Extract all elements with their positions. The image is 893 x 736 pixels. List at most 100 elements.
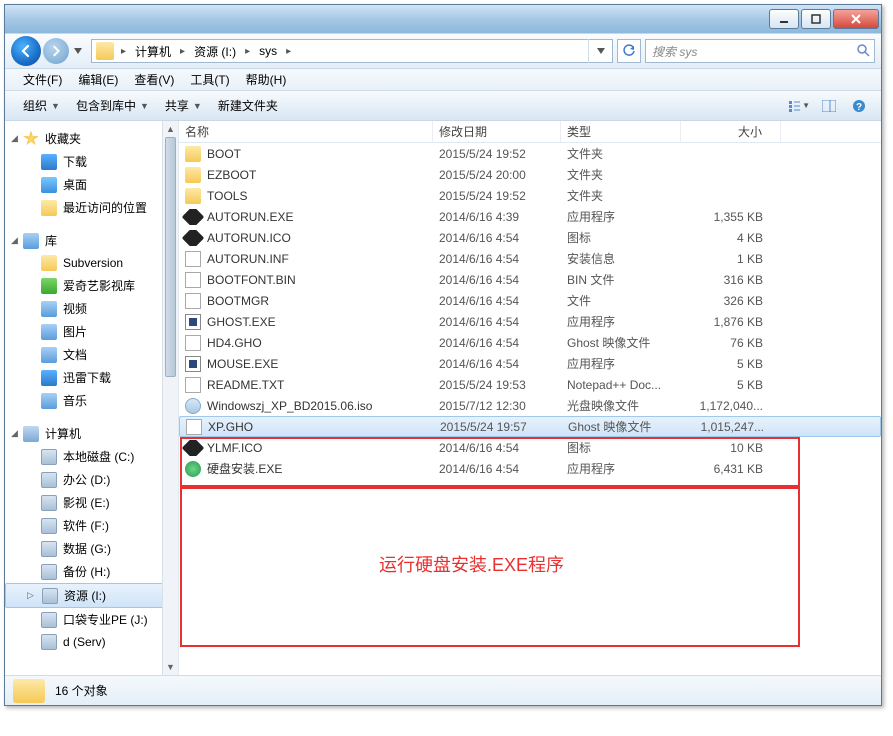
sidebar-item-music[interactable]: 音乐: [5, 389, 178, 412]
drive-icon: [41, 564, 57, 580]
sidebar-item-pictures[interactable]: 图片: [5, 320, 178, 343]
sidebar-libraries[interactable]: ◢库: [5, 229, 178, 252]
toolbar-organize[interactable]: 组织▼: [15, 91, 68, 120]
chevron-right-icon[interactable]: ▸: [118, 46, 129, 57]
sidebar-favorites[interactable]: ◢收藏夹: [5, 127, 178, 150]
menu-tools[interactable]: 工具(T): [182, 71, 237, 88]
file-name: GHOST.EXE: [207, 315, 276, 329]
column-size[interactable]: 大小: [681, 121, 781, 142]
file-type-icon: [182, 209, 205, 225]
file-row[interactable]: GHOST.EXE2014/6/16 4:54应用程序1,876 KB: [179, 311, 881, 332]
column-type[interactable]: 类型: [561, 121, 681, 142]
sidebar-item-videos[interactable]: 视频: [5, 297, 178, 320]
preview-pane-button[interactable]: [817, 95, 841, 117]
scroll-down-icon[interactable]: ▼: [163, 659, 178, 675]
refresh-button[interactable]: [617, 39, 641, 63]
file-type-icon: [185, 461, 201, 477]
folder-icon: [96, 42, 114, 60]
collapse-icon[interactable]: ◢: [9, 235, 20, 246]
sidebar-item-drive[interactable]: d (Serv): [5, 631, 178, 653]
drive-icon: [41, 472, 57, 488]
collapse-icon[interactable]: ◢: [9, 133, 20, 144]
file-row[interactable]: MOUSE.EXE2014/6/16 4:54应用程序5 KB: [179, 353, 881, 374]
sidebar-item-drive[interactable]: 影视 (E:): [5, 491, 178, 514]
help-button[interactable]: ?: [847, 95, 871, 117]
sidebar-item-drive[interactable]: 数据 (G:): [5, 537, 178, 560]
breadcrumb-drive[interactable]: 资源 (I:): [188, 40, 242, 62]
sidebar-item-drive[interactable]: ▷资源 (I:): [5, 583, 178, 608]
history-dropdown[interactable]: [71, 36, 85, 66]
file-row[interactable]: Windowszj_XP_BD2015.06.iso2015/7/12 12:3…: [179, 395, 881, 416]
collapse-icon[interactable]: ◢: [9, 428, 20, 439]
sidebar-item-iqiyi[interactable]: 爱奇艺影视库: [5, 274, 178, 297]
file-date: 2014/6/16 4:54: [433, 294, 561, 308]
recent-icon: [41, 200, 57, 216]
file-type-icon: [182, 440, 205, 456]
drive-icon: [41, 612, 57, 628]
file-row[interactable]: BOOTFONT.BIN2014/6/16 4:54BIN 文件316 KB: [179, 269, 881, 290]
file-row[interactable]: AUTORUN.ICO2014/6/16 4:54图标4 KB: [179, 227, 881, 248]
sidebar-item-drive[interactable]: 备份 (H:): [5, 560, 178, 583]
titlebar[interactable]: [5, 5, 881, 33]
minimize-button[interactable]: [769, 9, 799, 29]
toolbar-include[interactable]: 包含到库中▼: [68, 91, 157, 120]
sidebar-scrollbar[interactable]: ▲ ▼: [162, 121, 178, 675]
picture-icon: [41, 324, 57, 340]
folder-icon: [41, 255, 57, 271]
scroll-thumb[interactable]: [165, 137, 176, 377]
file-row[interactable]: AUTORUN.INF2014/6/16 4:54安装信息1 KB: [179, 248, 881, 269]
maximize-button[interactable]: [801, 9, 831, 29]
sidebar-item-drive[interactable]: 软件 (F:): [5, 514, 178, 537]
file-row[interactable]: AUTORUN.EXE2014/6/16 4:39应用程序1,355 KB: [179, 206, 881, 227]
sidebar-item-desktop[interactable]: 桌面: [5, 173, 178, 196]
file-row[interactable]: HD4.GHO2014/6/16 4:54Ghost 映像文件76 KB: [179, 332, 881, 353]
sidebar-computer[interactable]: ◢计算机: [5, 422, 178, 445]
file-type: 应用程序: [561, 355, 681, 372]
chevron-right-icon[interactable]: ▸: [283, 46, 294, 57]
chevron-right-icon[interactable]: ▸: [242, 46, 253, 57]
menu-view[interactable]: 查看(V): [126, 71, 182, 88]
column-date[interactable]: 修改日期: [433, 121, 561, 142]
file-name: Windowszj_XP_BD2015.06.iso: [207, 399, 372, 413]
scroll-up-icon[interactable]: ▲: [163, 121, 178, 137]
breadcrumb[interactable]: ▸ 计算机 ▸ 资源 (I:) ▸ sys ▸: [91, 39, 613, 63]
file-row[interactable]: YLMF.ICO2014/6/16 4:54图标10 KB: [179, 437, 881, 458]
breadcrumb-folder[interactable]: sys: [253, 40, 283, 62]
file-row[interactable]: README.TXT2015/5/24 19:53Notepad++ Doc..…: [179, 374, 881, 395]
file-type-icon: [185, 188, 201, 204]
file-row[interactable]: BOOT2015/5/24 19:52文件夹: [179, 143, 881, 164]
menu-file[interactable]: 文件(F): [15, 71, 70, 88]
sidebar-item-downloads[interactable]: 下载: [5, 150, 178, 173]
download-icon: [41, 370, 57, 386]
toolbar-new-folder[interactable]: 新建文件夹: [210, 91, 286, 120]
file-row[interactable]: BOOTMGR2014/6/16 4:54文件326 KB: [179, 290, 881, 311]
toolbar-share[interactable]: 共享▼: [157, 91, 210, 120]
expand-icon[interactable]: ▷: [25, 590, 36, 601]
file-row[interactable]: EZBOOT2015/5/24 20:00文件夹: [179, 164, 881, 185]
search-placeholder: 搜索 sys: [652, 43, 697, 60]
close-button[interactable]: [833, 9, 879, 29]
chevron-right-icon[interactable]: ▸: [177, 46, 188, 57]
file-row[interactable]: 硬盘安装.EXE2014/6/16 4:54应用程序6,431 KB: [179, 458, 881, 479]
view-options-button[interactable]: ▼: [787, 95, 811, 117]
sidebar-item-drive[interactable]: 本地磁盘 (C:): [5, 445, 178, 468]
menu-help[interactable]: 帮助(H): [238, 71, 295, 88]
sidebar-item-recent[interactable]: 最近访问的位置: [5, 196, 178, 219]
menu-edit[interactable]: 编辑(E): [70, 71, 126, 88]
file-type: 安装信息: [561, 250, 681, 267]
sidebar-item-documents[interactable]: 文档: [5, 343, 178, 366]
sidebar-item-subversion[interactable]: Subversion: [5, 252, 178, 274]
search-input[interactable]: 搜索 sys: [645, 39, 875, 63]
back-button[interactable]: [11, 36, 41, 66]
forward-button[interactable]: [43, 38, 69, 64]
file-row[interactable]: TOOLS2015/5/24 19:52文件夹: [179, 185, 881, 206]
breadcrumb-computer[interactable]: 计算机: [129, 40, 177, 62]
sidebar-item-drive[interactable]: 办公 (D:): [5, 468, 178, 491]
video-icon: [41, 278, 57, 294]
sidebar-item-drive[interactable]: 口袋专业PE (J:): [5, 608, 178, 631]
column-name[interactable]: 名称: [179, 121, 433, 142]
sidebar-item-xunlei[interactable]: 迅雷下载: [5, 366, 178, 389]
breadcrumb-dropdown[interactable]: [588, 39, 612, 63]
file-row[interactable]: XP.GHO2015/5/24 19:57Ghost 映像文件1,015,247…: [179, 416, 881, 437]
drive-icon: [41, 541, 57, 557]
